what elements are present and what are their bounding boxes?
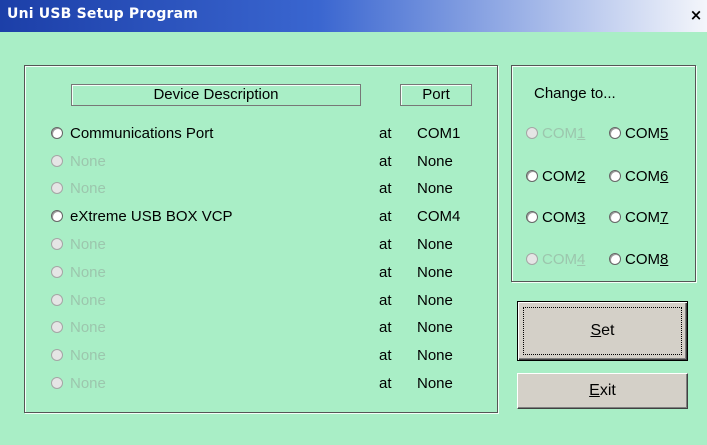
device-port: None	[417, 264, 453, 281]
at-label: at	[379, 292, 392, 309]
device-description: None	[70, 153, 106, 170]
device-radio	[51, 266, 63, 278]
device-port: COM4	[417, 208, 461, 225]
com-radio[interactable]	[609, 211, 621, 223]
device-port: None	[417, 180, 453, 197]
com-prefix: COM	[542, 209, 577, 226]
com-prefix: COM	[542, 125, 577, 142]
com-prefix: COM	[625, 125, 660, 142]
at-label: at	[379, 347, 392, 364]
device-row: None at None	[25, 151, 499, 173]
at-label: at	[379, 264, 392, 281]
device-radio	[51, 349, 63, 361]
at-label: at	[379, 319, 392, 336]
device-description: eXtreme USB BOX VCP	[70, 208, 233, 225]
at-label: at	[379, 125, 392, 142]
com3-option[interactable]: COM3	[526, 209, 585, 226]
com4-option: COM4	[526, 251, 585, 268]
com5-option[interactable]: COM5	[609, 125, 668, 142]
device-row: None at None	[25, 345, 499, 367]
exit-label-rest: xit	[599, 382, 616, 399]
device-row: None at None	[25, 262, 499, 284]
device-row: None at None	[25, 234, 499, 256]
com6-option[interactable]: COM6	[609, 168, 668, 185]
com-radio[interactable]	[609, 253, 621, 265]
device-description: None	[70, 180, 106, 197]
change-to-panel: Change to... COM1 COM5 COM2 COM6 COM3 CO…	[511, 65, 696, 282]
device-row: None at None	[25, 290, 499, 312]
device-radio	[51, 182, 63, 194]
device-row[interactable]: eXtreme USB BOX VCP at COM4	[25, 206, 499, 228]
at-label: at	[379, 180, 392, 197]
change-to-title: Change to...	[534, 85, 616, 102]
device-radio[interactable]	[51, 210, 63, 222]
device-description: None	[70, 347, 106, 364]
com8-option[interactable]: COM8	[609, 251, 668, 268]
com1-option: COM1	[526, 125, 585, 142]
com-prefix: COM	[542, 168, 577, 185]
device-row[interactable]: Communications Port at COM1	[25, 123, 499, 145]
device-description: None	[70, 375, 106, 392]
device-radio[interactable]	[51, 127, 63, 139]
com-prefix: COM	[625, 209, 660, 226]
com-radio[interactable]	[609, 127, 621, 139]
device-description: None	[70, 292, 106, 309]
at-label: at	[379, 375, 392, 392]
device-port: None	[417, 375, 453, 392]
device-port: None	[417, 347, 453, 364]
device-description: None	[70, 319, 106, 336]
device-radio	[51, 238, 63, 250]
device-port: None	[417, 319, 453, 336]
com-digit: 3	[577, 209, 586, 226]
com-digit: 2	[577, 168, 586, 185]
device-port: COM1	[417, 125, 461, 142]
port-header: Port	[400, 84, 472, 106]
device-description: Communications Port	[70, 125, 214, 142]
com-radio[interactable]	[526, 170, 538, 182]
device-port: None	[417, 153, 453, 170]
device-port: None	[417, 292, 453, 309]
com-radio[interactable]	[526, 211, 538, 223]
device-description: None	[70, 236, 106, 253]
com-radio	[526, 253, 538, 265]
com-digit: 1	[577, 125, 586, 142]
device-row: None at None	[25, 317, 499, 339]
device-radio	[51, 377, 63, 389]
com-prefix: COM	[625, 251, 660, 268]
device-list-panel: Device Description Port Communications P…	[24, 65, 498, 413]
device-description-header: Device Description	[71, 84, 361, 106]
title-bar[interactable]: Uni USB Setup Program ×	[0, 0, 707, 32]
device-port: None	[417, 236, 453, 253]
device-radio	[51, 155, 63, 167]
exit-button[interactable]: Exit	[517, 373, 688, 409]
exit-mnemonic: E	[589, 382, 600, 399]
focus-rectangle	[523, 307, 682, 355]
com7-option[interactable]: COM7	[609, 209, 668, 226]
com-prefix: COM	[542, 251, 577, 268]
com-digit: 4	[577, 251, 586, 268]
device-row: None at None	[25, 178, 499, 200]
com-radio	[526, 127, 538, 139]
com-radio[interactable]	[609, 170, 621, 182]
device-radio	[51, 294, 63, 306]
window-title: Uni USB Setup Program	[7, 6, 199, 22]
device-description: None	[70, 264, 106, 281]
close-icon[interactable]: ×	[688, 6, 704, 24]
at-label: at	[379, 208, 392, 225]
com-digit: 8	[660, 251, 669, 268]
com-digit: 7	[660, 209, 669, 226]
com-prefix: COM	[625, 168, 660, 185]
com2-option[interactable]: COM2	[526, 168, 585, 185]
device-radio	[51, 321, 63, 333]
at-label: at	[379, 153, 392, 170]
com-digit: 5	[660, 125, 669, 142]
device-row: None at None	[25, 373, 499, 395]
set-button[interactable]: Set	[517, 301, 688, 361]
at-label: at	[379, 236, 392, 253]
com-digit: 6	[660, 168, 669, 185]
